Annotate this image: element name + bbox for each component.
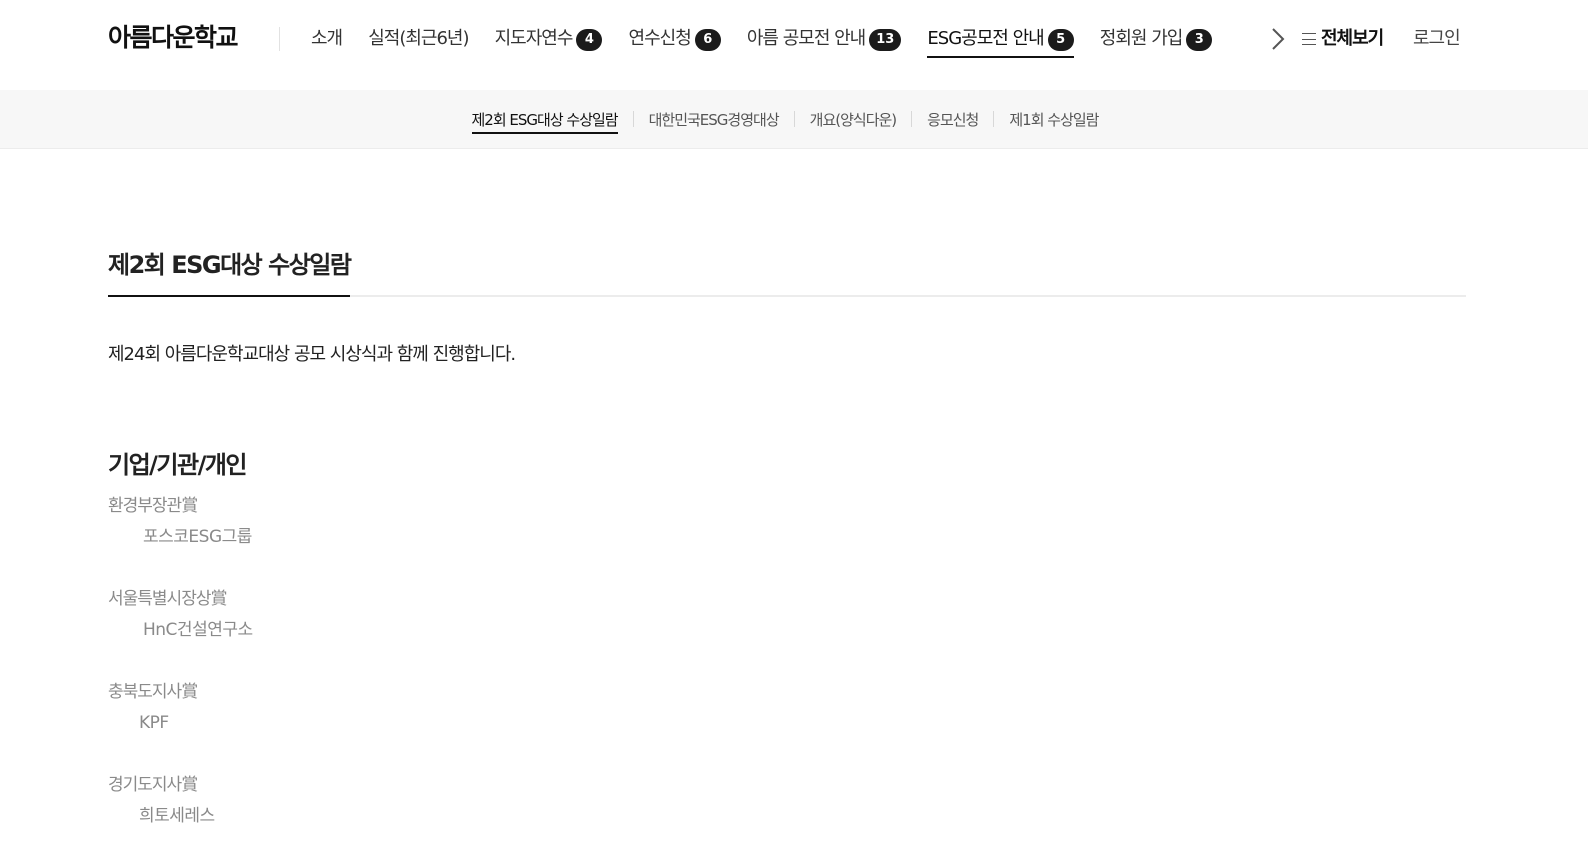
- gnb-item-label: 실적(최근6년): [368, 28, 469, 49]
- award-item: 서울특별시장상賞 HnC건설연구소: [108, 584, 1466, 646]
- award-list: 환경부장관賞 포스코ESG그룹 서울특별시장상賞 HnC건설연구소 충북도지사賞…: [108, 491, 1466, 832]
- chevron-right-icon: [1272, 28, 1285, 50]
- award-item: 환경부장관賞 포스코ESG그룹: [108, 491, 1466, 553]
- gnb-item-esg-contest[interactable]: ESG공모전 안내 5: [927, 22, 1074, 62]
- subnav-item-1st-winners[interactable]: 제1회 수상일람: [1009, 105, 1099, 135]
- all-menu-button[interactable]: 전체보기: [1302, 24, 1384, 54]
- award-name: 경기도지사賞: [108, 775, 198, 795]
- gnb-item-label: ESG공모전 안내: [927, 28, 1044, 49]
- subnav-item-overview[interactable]: 개요(양식다운): [810, 105, 898, 135]
- all-menu-label: 전체보기: [1321, 28, 1384, 49]
- site-logo[interactable]: 아름다운학교: [108, 20, 239, 56]
- count-badge: 5: [1047, 29, 1074, 51]
- main-content: 제2회 ESG대상 수상일람 제24회 아름다운학교대상 공모 시상식과 함께 …: [108, 240, 1466, 863]
- award-item: 충북도지사賞 KPF: [108, 677, 1466, 739]
- gnb-item-training-apply[interactable]: 연수신청 6: [629, 22, 721, 62]
- nav-next-button[interactable]: [1268, 26, 1288, 52]
- gnb-item-label: 아름 공모전 안내: [746, 28, 866, 49]
- gnb-item-label: 연수신청: [628, 28, 692, 49]
- page-title-bar: 제2회 ESG대상 수상일람: [108, 240, 1466, 297]
- award-name: 서울특별시장상賞: [108, 589, 227, 609]
- sub-navigation: 제2회 ESG대상 수상일람 대한민국ESG경영대상 개요(양식다운) 응모신청 제1회…: [0, 90, 1588, 149]
- award-winner: HnC건설연구소: [143, 620, 253, 640]
- award-name: 충북도지사賞: [108, 682, 198, 702]
- gnb-item-label: 지도자연수: [494, 28, 574, 49]
- subnav-divider: [993, 111, 995, 127]
- hamburger-icon: [1302, 33, 1316, 45]
- count-badge: 13: [869, 29, 902, 51]
- main-navigation: 소개 실적(최근6년) 지도자연수 4 연수신청 6 아름 공모전 안내 13 ESG…: [311, 22, 1249, 62]
- subnav-item-korea-esg-award[interactable]: 대한민국ESG경영대상: [649, 105, 780, 135]
- top-header: 아름다운학교 소개 실적(최근6년) 지도자연수 4 연수신청 6 아름 공모전 안…: [0, 0, 1588, 90]
- award-item: 경기도지사賞 희토세레스: [108, 770, 1466, 832]
- gnb-item-contest-info[interactable]: 아름 공모전 안내 13: [746, 22, 902, 62]
- section-title: 기업/기관/개인: [108, 451, 248, 479]
- award-winner: 희토세레스: [139, 806, 215, 826]
- subnav-item-2nd-winners[interactable]: 제2회 ESG대상 수상일람: [471, 105, 619, 135]
- subnav-item-apply[interactable]: 응모신청: [927, 105, 979, 135]
- count-badge: 4: [576, 29, 603, 51]
- subnav-divider: [793, 111, 795, 127]
- subnav-divider: [911, 111, 913, 127]
- intro-text: 제24회 아름다운학교대상 공모 시상식과 함께 진행합니다.: [108, 344, 516, 365]
- gnb-item-label: 소개: [311, 28, 343, 49]
- award-name: 환경부장관賞: [108, 496, 198, 516]
- count-badge: 3: [1186, 29, 1213, 51]
- award-winner: KPF: [139, 713, 169, 733]
- gnb-item-achievements[interactable]: 실적(최근6년): [368, 22, 469, 62]
- login-link[interactable]: 로그인: [1413, 24, 1461, 54]
- subnav-divider: [632, 111, 634, 127]
- gnb-item-intro[interactable]: 소개: [311, 22, 343, 62]
- gnb-item-membership[interactable]: 정회원 가입 3: [1100, 22, 1213, 62]
- gnb-item-leader-training[interactable]: 지도자연수 4: [495, 22, 603, 62]
- page-title: 제2회 ESG대상 수상일람: [108, 248, 352, 297]
- gnb-item-label: 정회원 가입: [1099, 28, 1184, 49]
- award-winner: 포스코ESG그룹: [143, 527, 252, 547]
- count-badge: 6: [694, 29, 721, 51]
- sub-navigation-items: 제2회 ESG대상 수상일람 대한민국ESG경영대상 개요(양식다운) 응모신청 제1회…: [471, 105, 1099, 135]
- logo-divider: [279, 27, 280, 51]
